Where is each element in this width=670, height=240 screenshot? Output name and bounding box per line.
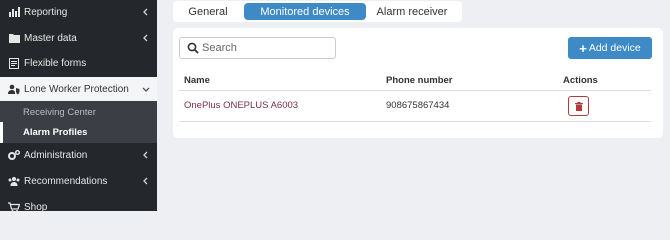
sidebar-subitem-label: Receiving Center	[23, 107, 96, 118]
users-icon	[8, 175, 20, 187]
search-input[interactable]	[202, 42, 332, 54]
tab-general[interactable]: General	[177, 3, 239, 20]
trash-icon	[574, 101, 583, 111]
chevron-left-icon	[143, 151, 148, 159]
bar-chart-icon	[8, 6, 20, 18]
table-divider	[179, 121, 651, 122]
form-icon	[8, 57, 20, 69]
sidebar-subitem-receiving-center[interactable]: Receiving Center	[0, 102, 157, 123]
device-phone: 908675867434	[386, 100, 450, 111]
tab-alarm-receiver[interactable]: Alarm receiver	[371, 3, 453, 20]
chevron-left-icon	[143, 177, 148, 185]
sidebar: Reporting Master data Flexible forms Lon…	[0, 0, 157, 213]
sidebar-subitem-alarm-profiles[interactable]: Alarm Profiles	[0, 122, 157, 143]
tab-monitored-devices[interactable]: Monitored devices	[244, 3, 366, 20]
sidebar-subitem-label: Alarm Profiles	[23, 127, 88, 138]
sidebar-item-administration[interactable]: Administration	[0, 143, 157, 167]
sidebar-item-label: Reporting	[24, 6, 68, 18]
search-box[interactable]	[179, 37, 336, 59]
sidebar-item-label: Administration	[24, 149, 88, 161]
sidebar-item-shop[interactable]: Shop	[0, 195, 157, 219]
delete-device-button[interactable]	[568, 96, 589, 116]
add-device-button[interactable]: + Add device	[568, 37, 652, 59]
sidebar-item-flexible-forms[interactable]: Flexible forms	[0, 51, 157, 75]
chevron-left-icon	[143, 34, 148, 42]
sidebar-submenu: Receiving Center Alarm Profiles	[0, 101, 157, 143]
sidebar-item-label: Recommendations	[24, 175, 108, 187]
table-divider	[179, 90, 651, 91]
sidebar-item-lone-worker-protection[interactable]: Lone Worker Protection	[0, 77, 157, 101]
search-icon	[187, 42, 199, 54]
sidebar-item-label: Lone Worker Protection	[24, 83, 129, 95]
sidebar-item-label: Master data	[24, 32, 77, 44]
sidebar-item-recommendations[interactable]: Recommendations	[0, 169, 157, 193]
plus-icon: +	[579, 40, 587, 56]
chevron-down-icon	[142, 87, 150, 92]
column-header-phone: Phone number	[386, 75, 453, 86]
column-header-name: Name	[184, 75, 210, 86]
sidebar-item-reporting[interactable]: Reporting	[0, 0, 157, 24]
chevron-left-icon	[143, 8, 148, 16]
tab-bar: General Monitored devices Alarm receiver	[173, 1, 462, 22]
column-header-actions: Actions	[563, 75, 598, 86]
sidebar-item-master-data[interactable]: Master data	[0, 26, 157, 50]
add-device-label: Add device	[588, 42, 641, 54]
folder-icon	[8, 32, 20, 44]
gears-icon	[8, 149, 20, 161]
sidebar-item-label: Shop	[24, 201, 48, 213]
sidebar-item-label: Flexible forms	[24, 57, 87, 69]
device-name-link[interactable]: OnePlus ONEPLUS A6003	[184, 100, 298, 111]
user-shield-icon	[8, 83, 20, 95]
cart-icon	[8, 201, 20, 213]
devices-card: + Add device Name Phone number Actions O…	[173, 28, 663, 138]
